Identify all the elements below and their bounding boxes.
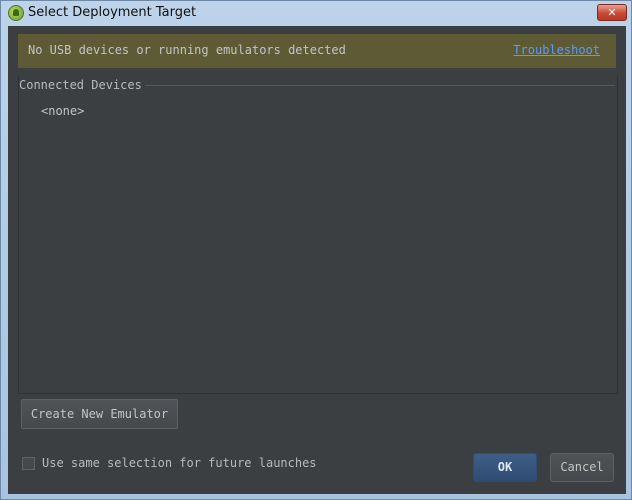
window-title: Select Deployment Target [28, 5, 197, 20]
remember-selection-label[interactable]: Use same selection for future launches [42, 456, 317, 470]
android-studio-icon [8, 5, 24, 21]
connected-devices-label: Connected Devices [19, 78, 142, 92]
ok-button[interactable]: OK [473, 453, 537, 482]
remember-selection-checkbox[interactable] [22, 457, 35, 470]
device-list[interactable]: <none> [20, 94, 617, 393]
cancel-button[interactable]: Cancel [550, 453, 614, 482]
warning-banner: No USB devices or running emulators dete… [18, 34, 616, 68]
dialog-window: Select Deployment Target ✕ No USB device… [0, 0, 632, 500]
create-new-emulator-button[interactable]: Create New Emulator [21, 399, 178, 429]
connected-devices-panel: Connected Devices <none> [18, 76, 618, 394]
dialog-content: No USB devices or running emulators dete… [8, 26, 626, 494]
device-item[interactable]: <none> [41, 104, 84, 118]
connected-devices-header: Connected Devices [19, 76, 617, 94]
header-divider [145, 85, 615, 86]
troubleshoot-link[interactable]: Troubleshoot [513, 43, 600, 57]
title-bar[interactable]: Select Deployment Target ✕ [1, 1, 631, 25]
warning-text: No USB devices or running emulators dete… [28, 43, 346, 57]
close-button[interactable]: ✕ [597, 4, 627, 21]
